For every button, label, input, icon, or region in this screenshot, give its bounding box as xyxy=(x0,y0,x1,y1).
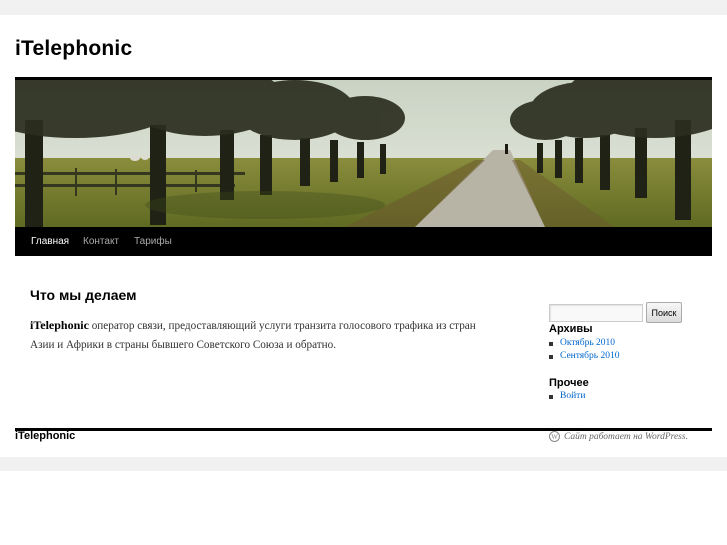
login-link[interactable]: Войти xyxy=(560,391,585,401)
nav-item-contact[interactable]: Контакт xyxy=(83,236,119,247)
search-button[interactable]: Поиск xyxy=(646,302,682,323)
archive-link-october-2010[interactable]: Октябрь 2010 xyxy=(560,338,615,348)
misc-list: Войти xyxy=(549,390,585,403)
footer-site-title[interactable]: iTelephonic xyxy=(15,430,75,442)
archive-link-september-2010[interactable]: Сентябрь 2010 xyxy=(560,351,619,361)
page-wrapper: iTelephonic Главная Контакт Тарифы Что м… xyxy=(0,15,727,457)
archive-item: Октябрь 2010 xyxy=(549,337,619,350)
post-line-1-text: оператор связи, предоставляющий услуги т… xyxy=(88,320,476,332)
archive-item: Сентябрь 2010 xyxy=(549,350,619,363)
main-navigation: Главная Контакт Тарифы xyxy=(15,227,712,256)
post-line-2: Азии и Африки в страны бывшего Советског… xyxy=(30,339,337,351)
archives-list: Октябрь 2010 Сентябрь 2010 xyxy=(549,337,619,363)
archives-widget-title: Архивы xyxy=(549,323,593,335)
nav-item-tariffs[interactable]: Тарифы xyxy=(134,236,172,247)
misc-item: Войти xyxy=(549,390,585,403)
post-brand: iTelephonic xyxy=(30,318,89,332)
header-banner-image xyxy=(15,80,712,227)
wordpress-icon: W xyxy=(549,431,560,442)
search-input[interactable] xyxy=(549,304,643,322)
powered-by-text: Сайт работает на WordPress. xyxy=(564,432,688,442)
site-title[interactable]: iTelephonic xyxy=(15,37,132,61)
post-line-1: iTelephonic оператор связи, предоставляю… xyxy=(30,316,508,336)
post-title: Что мы делаем xyxy=(30,287,137,303)
misc-widget-title: Прочее xyxy=(549,377,589,389)
post-content: iTelephonic оператор связи, предоставляю… xyxy=(30,316,508,355)
nav-item-home[interactable]: Главная xyxy=(31,236,69,247)
